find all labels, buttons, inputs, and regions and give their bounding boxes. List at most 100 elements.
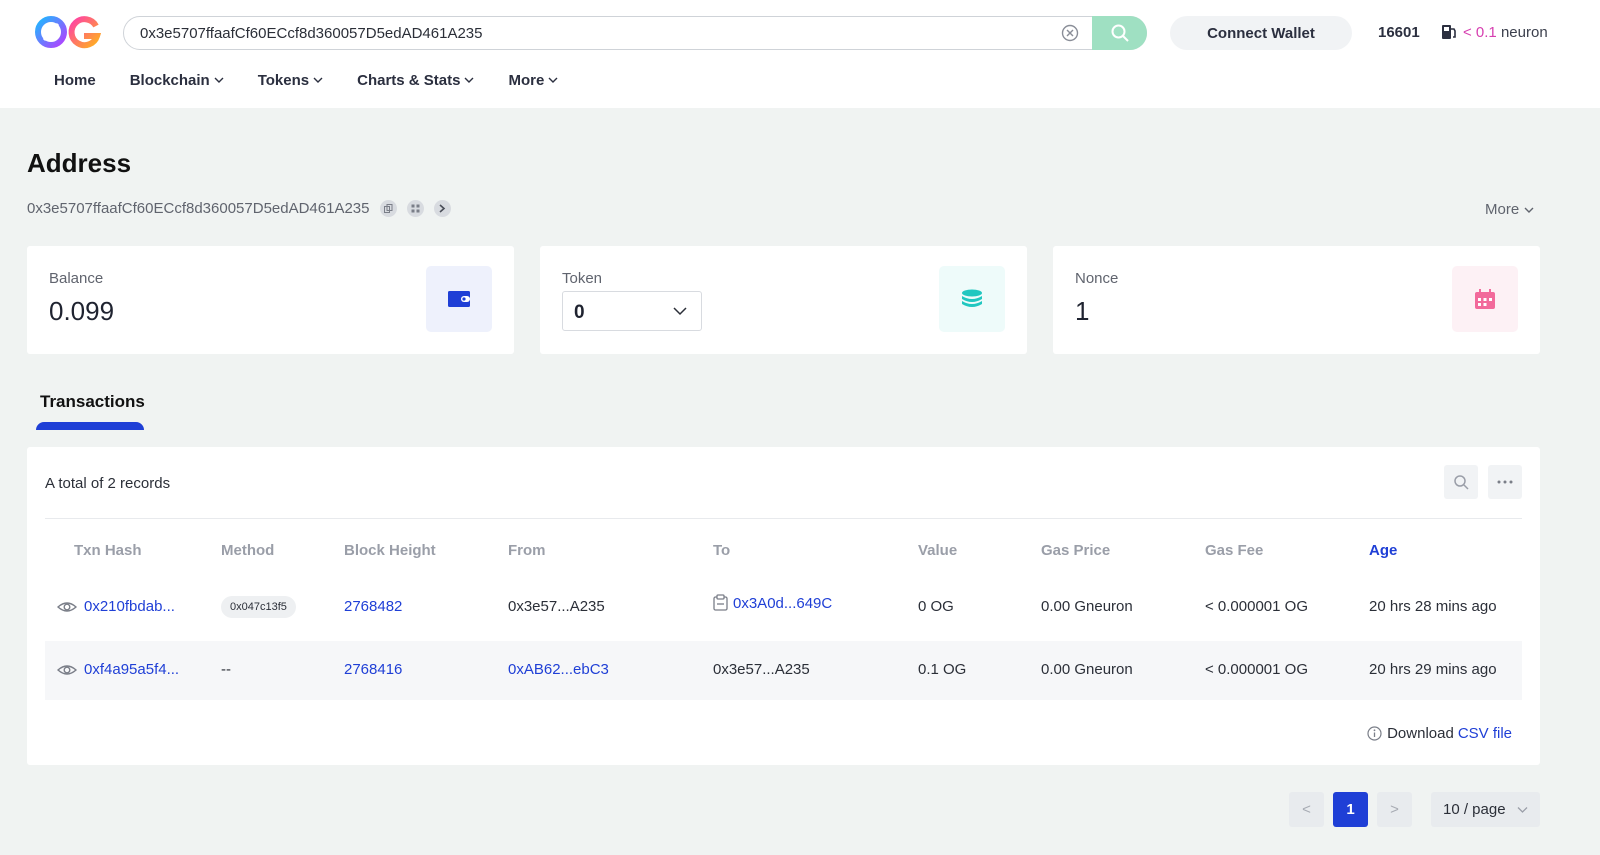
main-nav: Home Blockchain Tokens Charts & Stats Mo…	[54, 68, 592, 92]
chevron-down-icon	[673, 307, 687, 316]
col-txn-hash: Txn Hash	[74, 542, 142, 559]
chevron-down-icon	[214, 77, 224, 83]
calendar-icon	[1475, 289, 1495, 309]
calendar-tile	[1452, 266, 1518, 332]
nav-blockchain[interactable]: Blockchain	[130, 68, 224, 92]
chevron-down-icon	[464, 77, 474, 83]
token-select[interactable]: 0	[562, 291, 702, 331]
tab-transactions[interactable]: Transactions	[40, 392, 145, 412]
search-button[interactable]	[1092, 16, 1147, 50]
copy-icon[interactable]	[379, 200, 397, 217]
token-card: Token 0	[540, 246, 1027, 354]
gas-pump-icon	[1442, 25, 1456, 39]
nonce-card: Nonce 1	[1053, 246, 1540, 354]
address-text: 0x3e5707ffaafCf60ECcf8d360057D5edAD461A2…	[27, 200, 370, 217]
gas-fee-cell: < 0.000001 OG	[1205, 661, 1308, 678]
coins-stack-icon	[962, 289, 982, 307]
nav-blockchain-label: Blockchain	[129, 71, 210, 89]
search-icon	[1111, 24, 1129, 42]
col-from: From	[508, 542, 546, 559]
nav-tokens[interactable]: Tokens	[258, 68, 323, 92]
gas-price-cell: 0.00 Gneuron	[1041, 598, 1133, 615]
to-address-link[interactable]: 0x3A0d...649C	[733, 595, 832, 612]
method-cell: --	[221, 661, 231, 678]
csv-file-link[interactable]: CSV file	[1458, 725, 1512, 742]
token-select-value: 0	[574, 302, 585, 323]
search-input[interactable]	[140, 17, 1020, 49]
nonce-label: Nonce	[1075, 270, 1119, 287]
qr-code-icon[interactable]	[406, 200, 424, 217]
eye-icon[interactable]	[57, 599, 77, 615]
search-box	[123, 16, 1147, 50]
gas-fee-cell: < 0.000001 OG	[1205, 598, 1308, 615]
page-1-button[interactable]: 1	[1333, 792, 1368, 827]
col-gas-price: Gas Price	[1041, 542, 1111, 559]
nav-charts-stats[interactable]: Charts & Stats	[357, 68, 474, 92]
info-icon	[1367, 726, 1382, 741]
txn-hash-link[interactable]: 0x210fbdab...	[84, 598, 175, 615]
nav-home[interactable]: Home	[54, 68, 96, 92]
block-height-link[interactable]: 2768482	[344, 598, 402, 615]
table-divider	[45, 518, 1522, 519]
nav-more[interactable]: More	[508, 68, 558, 92]
records-count: A total of 2 records	[45, 475, 171, 492]
og-logo[interactable]	[34, 14, 102, 50]
balance-value: 0.099	[49, 296, 115, 326]
nav-tokens-label: Tokens	[257, 71, 310, 89]
connect-wallet-button[interactable]: Connect Wallet	[1170, 16, 1352, 50]
age-cell: 20 hrs 28 mins ago	[1369, 598, 1497, 615]
to-address: 0x3e57...A235	[713, 661, 810, 678]
chevron-down-icon	[313, 77, 323, 83]
clear-search-icon[interactable]	[1061, 24, 1079, 42]
page-size-select[interactable]: 10 / page	[1431, 792, 1540, 827]
more-dropdown-label: More	[1485, 201, 1520, 218]
share-icon[interactable]	[433, 200, 451, 217]
block-number: 16601	[1378, 24, 1420, 41]
coins-tile	[939, 266, 1005, 332]
address-line: 0x3e5707ffaafCf60ECcf8d360057D5edAD461A2…	[27, 200, 451, 217]
block-height-link[interactable]: 2768416	[344, 661, 402, 678]
table-row: 0x210fbdab... 0x047c13f5 2768482 0x3e57.…	[45, 578, 1522, 637]
eye-icon[interactable]	[57, 662, 77, 678]
chevron-down-icon	[1517, 807, 1528, 813]
wallet-icon	[448, 291, 470, 307]
col-to: To	[713, 542, 731, 559]
age-cell: 20 hrs 29 mins ago	[1369, 661, 1497, 678]
col-gas-fee: Gas Fee	[1205, 542, 1264, 559]
value-cell: 0 OG	[918, 598, 954, 615]
table-more-button[interactable]	[1488, 465, 1522, 499]
nav-more-label: More	[508, 71, 545, 89]
txn-hash-link[interactable]: 0xf4a95a5f4...	[84, 661, 179, 678]
page-title: Address	[27, 148, 132, 178]
col-value: Value	[918, 542, 958, 559]
gas-price-unit: neuron	[1496, 24, 1548, 41]
prev-page-button[interactable]: <	[1289, 792, 1324, 827]
page-size-value: 10 / page	[1443, 801, 1506, 818]
token-label: Token	[562, 270, 603, 287]
col-block-height: Block Height	[344, 542, 436, 559]
gas-price-cell: 0.00 Gneuron	[1041, 661, 1133, 678]
col-age[interactable]: Age	[1369, 542, 1397, 559]
search-icon	[1454, 475, 1469, 490]
table-search-button[interactable]	[1444, 465, 1478, 499]
from-address: 0x3e57...A235	[508, 598, 605, 615]
gas-price-value: < 0.1	[1463, 24, 1497, 41]
table-header: Txn Hash Method Block Height From To Val…	[45, 542, 1522, 566]
active-tab-indicator	[36, 422, 144, 430]
from-address-link[interactable]: 0xAB62...ebC3	[508, 661, 609, 678]
gas-price: < 0.1 neuron	[1463, 24, 1548, 41]
col-method: Method	[221, 542, 275, 559]
more-dots-icon	[1497, 480, 1513, 484]
contract-icon	[713, 594, 728, 611]
next-page-button[interactable]: >	[1377, 792, 1412, 827]
more-dropdown[interactable]: More	[1485, 201, 1534, 218]
chevron-down-icon	[1524, 207, 1534, 213]
balance-card: Balance 0.099	[27, 246, 514, 354]
nav-home-label: Home	[54, 71, 96, 89]
top-header: Connect Wallet 16601 < 0.1 neuron Home B…	[0, 0, 1600, 108]
download-csv: Download CSV file	[1367, 725, 1512, 742]
nonce-value: 1	[1075, 296, 1090, 326]
nav-charts-stats-label: Charts & Stats	[357, 71, 461, 89]
value-cell: 0.1 OG	[918, 661, 967, 678]
table-row: 0xf4a95a5f4... -- 2768416 0xAB62...ebC3 …	[45, 641, 1522, 700]
